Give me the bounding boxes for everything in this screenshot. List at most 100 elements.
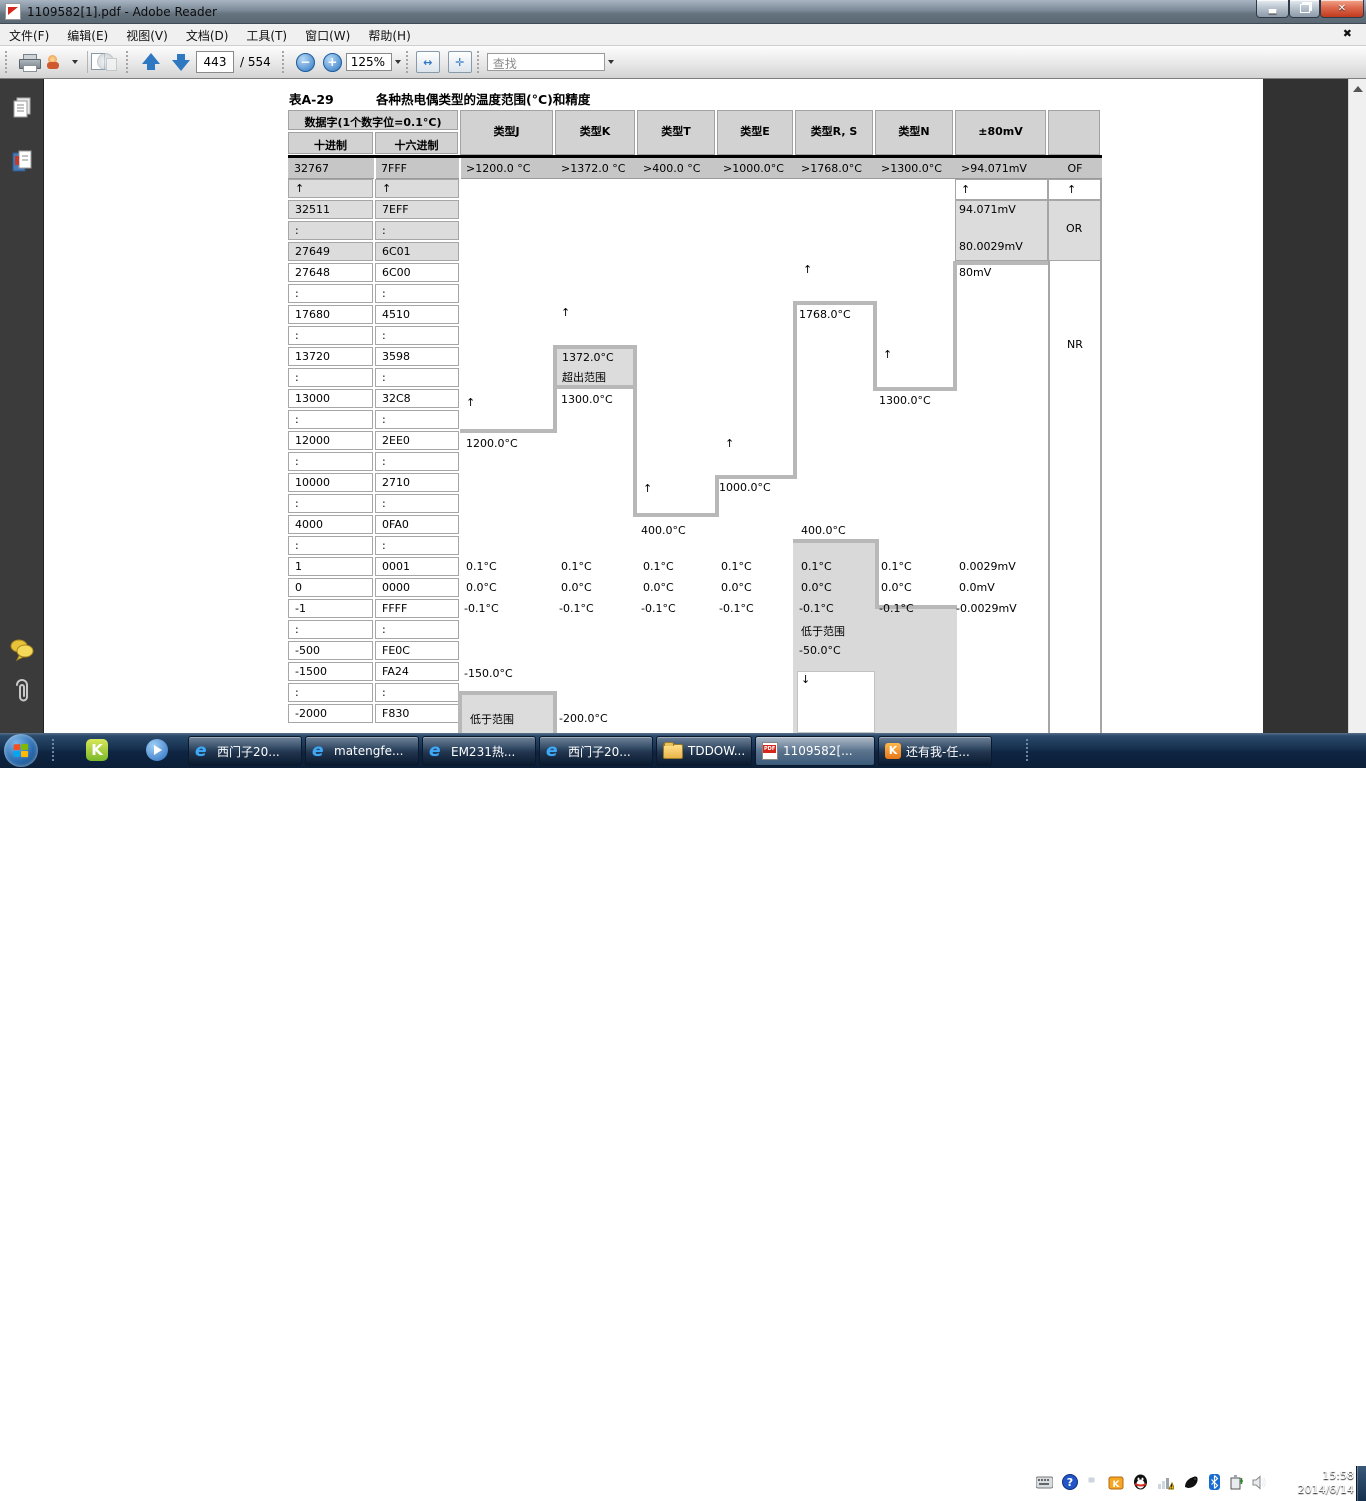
page-number-input[interactable] [196,51,234,73]
staircase-segment [633,385,637,517]
fit-width-button[interactable]: ↔ [416,51,440,73]
quicklaunch-player-icon[interactable] [146,739,170,763]
help-tray-icon[interactable]: ? [1062,1474,1078,1490]
menu-item-1[interactable]: 编辑(E) [58,24,117,45]
volume-tray-icon[interactable] [1252,1475,1267,1490]
dec-cell-1: 32511 [288,200,373,219]
minimize-button[interactable]: ▃ [1256,0,1289,18]
tray-grip [1026,739,1031,761]
toolbar-grip [282,51,287,73]
previous-page-button[interactable] [136,50,166,74]
share-dropdown-icon [72,60,78,64]
staircase-segment [793,301,797,479]
zoom-out-button[interactable]: − [292,50,319,74]
quicklaunch-k-app-icon[interactable]: K [86,739,110,763]
taskbar-button-1[interactable]: ematengfe... [305,736,419,766]
sound-mixer-tray-icon[interactable] [1183,1474,1200,1490]
show-desktop-button[interactable] [1356,1466,1366,1501]
hex-cell-15: : [375,494,459,513]
find-input[interactable]: 查找 [487,53,605,71]
next-page-button[interactable] [166,50,196,74]
dec-cell-12: 12000 [288,431,373,450]
dec-cell-11: : [288,410,373,429]
menubar-close-icon[interactable]: ✖ [1343,27,1352,40]
scroll-up-icon[interactable] [1353,86,1363,92]
menu-item-2[interactable]: 视图(V) [117,24,177,45]
menu-item-4[interactable]: 工具(T) [237,24,296,45]
zoom-dropdown-icon[interactable] [395,60,401,64]
taskbar-grip [52,739,57,761]
share-button[interactable] [43,50,82,74]
taskbar-button-4[interactable]: TDDOW... [656,736,752,766]
dec-cell-2: : [288,221,373,240]
vertical-scrollbar[interactable] [1348,79,1366,733]
hex-cell-12: 2EE0 [375,431,459,450]
attachments-panel-icon[interactable] [9,679,35,705]
print-button[interactable] [15,50,43,74]
j-up-arrow: ↑ [466,396,475,409]
taskbar-button-6[interactable]: K 还有我-任... [878,736,992,766]
row1-value-7: OF [1048,162,1102,175]
find-placeholder: 查找 [493,57,517,71]
comments-panel-icon[interactable] [9,636,35,662]
row1-value-4: >1768.0°C [801,162,862,175]
cell-dec: 32767 [294,162,329,175]
find-dropdown-icon[interactable] [608,60,614,64]
close-button[interactable]: ✕ [1320,0,1364,18]
n-limit-label: 1300.0°C [879,394,931,407]
staircase-segment [873,301,877,391]
show-hidden-icons[interactable] [1087,1474,1099,1490]
restore-button[interactable] [1289,0,1320,18]
taskbar-button-5[interactable]: 1109582[... [755,736,875,766]
title-bar: 1109582[1].pdf - Adobe Reader ▃ ✕ [0,0,1366,24]
keyboard-tray-icon[interactable] [1036,1475,1053,1489]
restore-icon [1300,4,1310,13]
dec-cell-13: : [288,452,373,471]
header-hex: 十六进制 [375,132,458,154]
row1-value-0: >1200.0 °C [466,162,530,175]
task-button-label: 1109582[... [783,744,853,758]
bluetooth-tray-icon[interactable] [1209,1474,1220,1490]
toolbar: / 554 − + 125% ↔ ✛ 查找 [0,46,1366,79]
dec-cell-20: -1 [288,599,373,618]
hex-cell-25: F830 [375,704,459,723]
taskbar-button-3[interactable]: e西门子20... [539,736,653,766]
menu-item-6[interactable]: 帮助(H) [359,24,419,45]
rs-limit-label: 1768.0°C [799,308,851,321]
adobe-reader-app-icon [5,3,21,20]
dec-cell-7: : [288,326,373,345]
network-warning-tray-icon[interactable]: ! [1157,1475,1174,1490]
pages-panel-icon[interactable] [9,95,35,121]
qq-tray-icon[interactable] [1133,1474,1148,1490]
n-acc-neg: -0.1°C [879,602,914,615]
type-header-7 [1048,110,1100,155]
taskbar: K e西门子20...ematengfe...eEM231热...e西门子20.… [0,733,1366,768]
task-button-label: TDDOW... [688,744,745,758]
menu-item-0[interactable]: 文件(F) [0,24,58,45]
taskbar-button-0[interactable]: e西门子20... [188,736,302,766]
k-low-label: -200.0°C [559,712,608,725]
start-button[interactable] [4,734,38,767]
bookmarks-panel-icon[interactable] [9,149,35,175]
taskbar-clock[interactable]: 15:58 2014/6/14 [1288,1469,1354,1497]
zoom-in-button[interactable]: + [319,50,346,74]
staircase-segment [633,513,719,517]
zoom-level-select[interactable]: 125% [346,53,392,71]
folder-icon [663,744,683,759]
taskbar-button-2[interactable]: eEM231热... [422,736,536,766]
dec-cell-19: 0 [288,578,373,597]
task-button-label: 还有我-任... [906,743,970,760]
safely-remove-tray-icon[interactable] [1229,1474,1243,1490]
hex-cell-2: : [375,221,459,240]
staircase-segment [460,429,555,433]
dec-cell-0: ↑ [288,179,373,198]
kugou-tray-icon[interactable]: K [1108,1474,1124,1490]
menu-item-3[interactable]: 文档(D) [177,24,238,45]
menu-item-5[interactable]: 窗口(W) [296,24,359,45]
row1-value-5: >1300.0°C [881,162,942,175]
mv-acc-zero: 0.0mV [959,581,995,594]
upload-web-button[interactable] [93,50,121,74]
fit-page-button[interactable]: ✛ [448,51,472,73]
kugou-icon: K [885,743,901,759]
hex-cell-14: 2710 [375,473,459,492]
